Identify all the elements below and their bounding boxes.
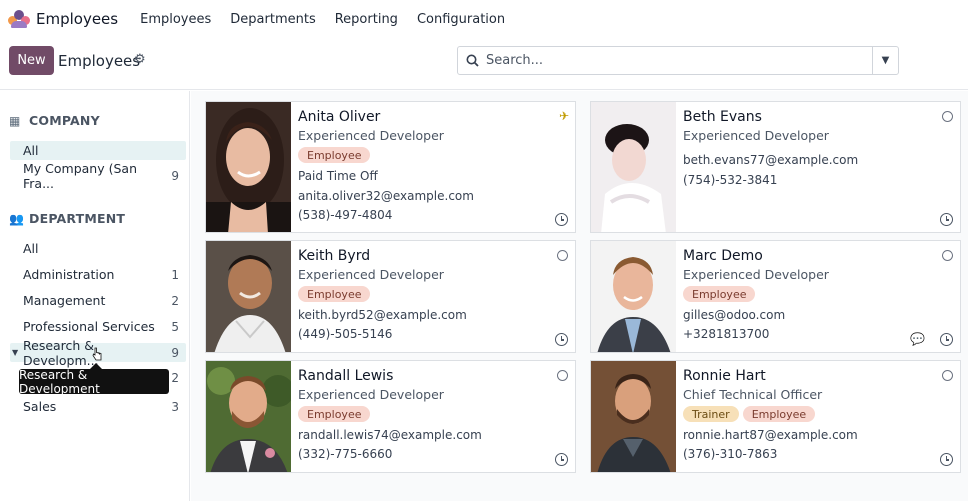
employee-phone: (538)-497-4804	[298, 208, 393, 222]
employee-kanban: Anita Oliver Experienced Developer Emplo…	[191, 91, 968, 501]
menu-reporting[interactable]: Reporting	[335, 12, 398, 27]
employee-phone: (332)-775-6660	[298, 447, 393, 461]
employee-photo	[206, 241, 291, 352]
search-panel: ▦ COMPANY All My Company (San Fra... 9 👥 …	[0, 91, 190, 501]
employee-job-title: Experienced Developer	[683, 128, 829, 143]
control-panel: New Employees ⚙ ▼	[0, 38, 968, 90]
airplane-icon: ✈	[558, 109, 569, 123]
menu-configuration[interactable]: Configuration	[417, 12, 505, 27]
employee-card-marc-demo[interactable]: Marc Demo Experienced Developer Employee…	[590, 240, 961, 353]
employee-card-keith-byrd[interactable]: Keith Byrd Experienced Developer Employe…	[205, 240, 576, 353]
employee-name: Ronnie Hart	[683, 368, 766, 384]
employee-card-anita-oliver[interactable]: Anita Oliver Experienced Developer Emplo…	[205, 101, 576, 233]
employees-app-icon	[8, 10, 30, 28]
employee-name: Anita Oliver	[298, 109, 381, 125]
presence-offline-icon	[557, 370, 568, 381]
menu-departments[interactable]: Departments	[230, 12, 315, 27]
clock-icon[interactable]	[940, 213, 953, 226]
employee-email: keith.byrd52@example.com	[298, 308, 467, 322]
employee-phone: (449)-505-5146	[298, 327, 393, 341]
chat-icon[interactable]: 💬	[910, 332, 925, 346]
clock-icon[interactable]	[555, 333, 568, 346]
search-options-toggle[interactable]: ▼	[872, 47, 898, 74]
department-tooltip: Research & Development	[19, 368, 169, 396]
caret-down-icon: ▼	[881, 55, 890, 66]
tag-employee: Employee	[742, 406, 816, 422]
tag-trainer: Trainer	[683, 406, 739, 422]
employee-email: beth.evans77@example.com	[683, 153, 859, 167]
search-input[interactable]	[486, 47, 872, 74]
top-navbar: Employees Employees Departments Reportin…	[0, 0, 968, 38]
department-item-management[interactable]: Management 2	[10, 291, 186, 310]
building-icon: ▦	[9, 113, 21, 128]
employee-email: randall.lewis74@example.com	[298, 428, 482, 442]
company-item-all[interactable]: All	[10, 141, 186, 160]
presence-offline-icon	[942, 370, 953, 381]
department-item-sales[interactable]: Sales 3	[10, 397, 186, 416]
employee-photo	[591, 361, 676, 472]
employee-leave-status: Paid Time Off	[298, 169, 378, 183]
employee-photo	[206, 102, 291, 232]
employee-name: Randall Lewis	[298, 368, 394, 384]
search-bar: ▼	[457, 46, 899, 75]
company-item-my-company[interactable]: My Company (San Fra... 9	[10, 161, 186, 191]
search-icon[interactable]	[458, 47, 486, 74]
employee-card-ronnie-hart[interactable]: Ronnie Hart Chief Technical Officer Trai…	[590, 360, 961, 473]
employee-phone: +3281813700	[683, 327, 770, 341]
employee-name: Marc Demo	[683, 248, 763, 264]
clock-icon[interactable]	[555, 453, 568, 466]
employee-photo	[591, 102, 676, 232]
department-item-all[interactable]: All	[10, 239, 186, 258]
new-button[interactable]: New	[9, 46, 54, 75]
department-header: 👥 DEPARTMENT	[9, 211, 126, 226]
employee-photo	[206, 361, 291, 472]
employee-phone: (754)-532-3841	[683, 173, 778, 187]
caret-down-icon[interactable]: ▼	[12, 348, 18, 357]
employee-email: anita.oliver32@example.com	[298, 189, 474, 203]
menu-employees[interactable]: Employees	[140, 12, 211, 27]
employee-photo	[591, 241, 676, 352]
presence-offline-icon	[942, 250, 953, 261]
gear-icon[interactable]: ⚙	[134, 52, 146, 67]
employee-job-title: Experienced Developer	[298, 387, 444, 402]
tag-employee: Employee	[298, 147, 371, 163]
tag-employee: Employee	[298, 286, 371, 302]
clock-icon[interactable]	[555, 213, 568, 226]
page-title: Employees	[58, 52, 141, 70]
hand-cursor-icon	[92, 347, 102, 361]
clock-icon[interactable]	[940, 333, 953, 346]
department-item-administration[interactable]: Administration 1	[10, 265, 186, 284]
employee-email: ronnie.hart87@example.com	[683, 428, 858, 442]
employee-job-title: Experienced Developer	[683, 267, 829, 282]
clock-icon[interactable]	[940, 453, 953, 466]
company-header: ▦ COMPANY	[9, 113, 100, 128]
presence-offline-icon	[557, 250, 568, 261]
employee-email: gilles@odoo.com	[683, 308, 786, 322]
users-icon: 👥	[9, 211, 25, 226]
employee-card-beth-evans[interactable]: Beth Evans Experienced Developer beth.ev…	[590, 101, 961, 233]
employee-card-randall-lewis[interactable]: Randall Lewis Experienced Developer Empl…	[205, 360, 576, 473]
employee-job-title: Chief Technical Officer	[683, 387, 823, 402]
employee-phone: (376)-310-7863	[683, 447, 778, 461]
employee-name: Keith Byrd	[298, 248, 371, 264]
presence-offline-icon	[942, 111, 953, 122]
tag-employee: Employee	[683, 286, 756, 302]
employee-job-title: Experienced Developer	[298, 128, 444, 143]
employee-name: Beth Evans	[683, 109, 762, 125]
tag-employee: Employee	[298, 406, 371, 422]
employee-job-title: Experienced Developer	[298, 267, 444, 282]
app-brand[interactable]: Employees	[8, 10, 140, 28]
app-name: Employees	[36, 10, 119, 28]
department-item-professional-services[interactable]: Professional Services 5	[10, 317, 186, 336]
